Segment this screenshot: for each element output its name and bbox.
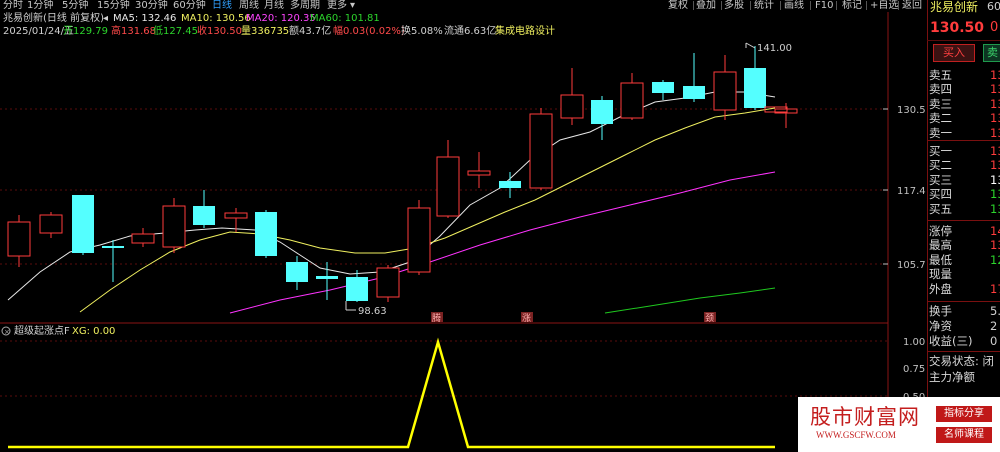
quote-row-value: 13 (990, 187, 1000, 201)
candle (713, 55, 737, 120)
quote-row-label: 买五 (929, 202, 952, 216)
sell-button[interactable]: 卖 (983, 44, 1000, 62)
candle (467, 152, 491, 188)
quote-row-label: 交易状态: 闭 (929, 354, 995, 368)
quote-row-label: 收益(三) (929, 334, 973, 348)
watermark-title: 股市财富网 (810, 405, 920, 429)
quote-row-value: 13 (990, 202, 1000, 216)
signal-line (8, 337, 775, 449)
price-suffix: 0 (990, 20, 999, 35)
candle (436, 140, 460, 218)
quote-row-label: 最高 (929, 238, 952, 252)
candle (102, 240, 124, 282)
quote-row-label: 现量 (929, 267, 952, 281)
quote-row-value: 12 (990, 253, 1000, 267)
kline-chart[interactable]: 141.00 98.63 腾 涨 颈 × 超级起涨点F XG: 0.00 130… (0, 0, 927, 452)
ma60-line (604, 287, 776, 314)
indicator-axis-label-1: 1.00 (903, 337, 925, 348)
candle (255, 210, 277, 258)
low-annotation: 98.63 (358, 306, 387, 317)
price-axis-label-1: 130.5 (897, 105, 926, 116)
stock-name: 兆易创新 (930, 0, 979, 14)
price-axis-label-2: 117.4 (897, 186, 926, 197)
candle (529, 108, 553, 190)
quote-row-value: 13 (990, 158, 1000, 172)
quote-row-value: 13 (990, 97, 1000, 111)
quote-row-value: 2 (990, 319, 998, 333)
quote-row-value: 5. (990, 304, 1000, 318)
mark-label-2: 涨 (522, 313, 531, 324)
indicator-title: 超级起涨点F (14, 324, 70, 337)
quote-row-label: 卖四 (929, 82, 952, 96)
quote-row-label: 买三 (929, 173, 952, 187)
quote-row-label: 最低 (929, 253, 952, 267)
candle (499, 172, 521, 198)
quote-row-label: 买四 (929, 187, 952, 201)
mark-label-3: 颈 (705, 313, 714, 324)
watermark-logo: 股市财富网 WWW.GSCFW.COM 指标分享 名师课程 (798, 397, 1000, 452)
quote-row-label: 外盘 (929, 282, 952, 296)
quote-row-value: 14 (990, 224, 1000, 238)
candle (39, 212, 63, 238)
quote-row-label: 净资 (929, 319, 952, 333)
quote-row-label: 主力净额 (929, 370, 975, 384)
last-price: 130.50 (930, 20, 985, 36)
quote-row-value: 13 (990, 111, 1000, 125)
watermark-tag-1: 指标分享 (936, 406, 992, 422)
buy-button[interactable]: 买入 (933, 44, 975, 62)
quote-row-value: 17 (990, 282, 1000, 296)
quote-row-value: 13 (990, 173, 1000, 187)
quote-row-value: 0 (990, 334, 998, 348)
quote-row-label: 买一 (929, 144, 952, 158)
quote-row-label: 换手 (929, 304, 952, 318)
candle (620, 73, 644, 120)
candle (683, 53, 705, 102)
ma20-line (229, 171, 776, 314)
quote-row-label: 卖二 (929, 111, 952, 125)
quote-row-label: 卖一 (929, 126, 952, 140)
candle (7, 215, 31, 267)
candle (652, 80, 674, 100)
mark-label-1: 腾 (432, 312, 441, 324)
price-axis-label-3: 105.7 (897, 260, 926, 271)
quote-row-label: 买二 (929, 158, 952, 172)
candle (131, 228, 155, 247)
quote-row-value: 13 (990, 68, 1000, 82)
quote-row-value: 13 (990, 82, 1000, 96)
candle (193, 190, 215, 228)
candle (72, 195, 94, 255)
quote-row-value: 13 (990, 144, 1000, 158)
candle (162, 198, 186, 253)
candle (744, 46, 766, 110)
quote-row-label: 卖五 (929, 68, 952, 82)
candle (286, 256, 308, 290)
quote-row-label: 涨停 (929, 224, 952, 238)
high-annotation: 141.00 (757, 43, 792, 54)
stock-code: 60 (987, 0, 1000, 13)
candle (591, 96, 613, 140)
watermark-url: WWW.GSCFW.COM (816, 430, 896, 440)
quote-row-value: 13 (990, 126, 1000, 140)
indicator-axis-label-2: 0.75 (903, 364, 925, 375)
candle (560, 68, 584, 125)
quote-row-label: 卖三 (929, 97, 952, 111)
watermark-tag-2: 名师课程 (936, 427, 992, 443)
indicator-xg: XG: 0.00 (72, 326, 115, 337)
candle (376, 265, 400, 302)
quote-row-value: 13 (990, 238, 1000, 252)
candle (407, 200, 431, 275)
quote-panel: 兆易创新 60 130.50 0 卖五 13 卖四 13 卖三 13 卖二 13 卖一 13 买一 1… (927, 0, 1000, 452)
candle (346, 270, 368, 302)
svg-text:×: × (4, 328, 10, 336)
